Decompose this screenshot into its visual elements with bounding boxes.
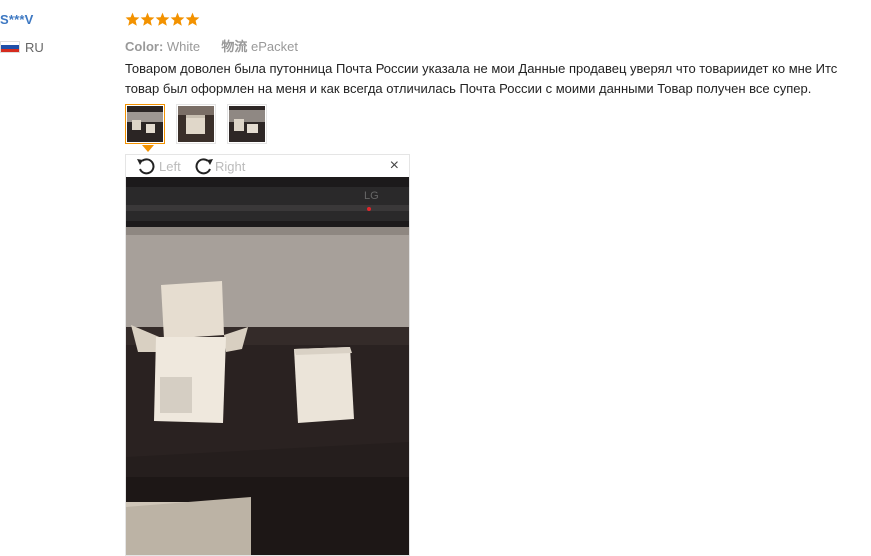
star-icon xyxy=(170,12,185,26)
review-photo-image: LG xyxy=(126,177,409,555)
photo-thumbnail-3[interactable] xyxy=(227,104,267,144)
review-text-line: товар был оформлен на меня и как всегда … xyxy=(125,81,812,96)
russia-flag-icon xyxy=(0,41,20,53)
country-code: RU xyxy=(25,39,44,55)
rotate-right-button[interactable]: Right xyxy=(192,157,245,175)
star-icon xyxy=(185,12,200,26)
active-thumbnail-indicator xyxy=(142,145,154,152)
rotate-right-icon xyxy=(195,158,213,175)
review-text: Товаром доволен была путонница Почта Рос… xyxy=(125,59,871,99)
thumbnail-image xyxy=(178,106,214,142)
photo-viewer: Left Right × LG xyxy=(125,154,410,556)
rating-stars xyxy=(125,12,200,27)
star-icon xyxy=(155,12,170,26)
order-attributes: Color: White 物流 ePacket xyxy=(125,36,298,55)
shipping-value: ePacket xyxy=(251,39,299,54)
photo-thumbnail-1[interactable] xyxy=(125,104,165,144)
shipping-label: 物流 xyxy=(221,39,248,54)
rotate-left-icon xyxy=(137,158,155,175)
photo-thumbnail-2[interactable] xyxy=(176,104,216,144)
rotate-left-button[interactable]: Left xyxy=(136,157,181,175)
reviewer-name[interactable]: S***V xyxy=(0,12,34,27)
color-value: White xyxy=(166,39,201,54)
rotate-left-label: Left xyxy=(159,158,181,174)
rotate-right-label: Right xyxy=(215,158,246,174)
star-icon xyxy=(125,12,140,26)
reviewer-country: RU xyxy=(0,39,44,55)
close-icon[interactable]: × xyxy=(390,157,399,175)
viewer-toolbar: Left Right × xyxy=(126,155,409,177)
star-icon xyxy=(140,12,155,26)
photo-thumbnails xyxy=(125,104,278,144)
color-label: Color: xyxy=(125,39,164,54)
tv-brand-logo: LG xyxy=(364,190,379,202)
thumbnail-image xyxy=(127,106,163,142)
review-photo: LG xyxy=(126,177,409,555)
thumbnail-image xyxy=(229,106,265,142)
review-text-line: Товаром доволен была путонница Почта Рос… xyxy=(125,61,838,76)
